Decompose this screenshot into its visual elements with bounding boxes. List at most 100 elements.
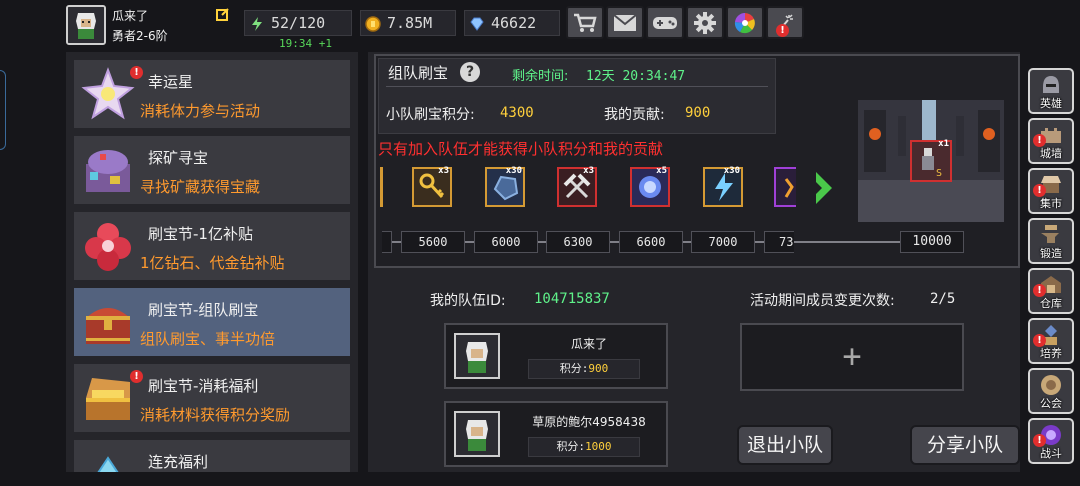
event-subtitle: 组队刷宝、事半功倍 bbox=[140, 330, 276, 348]
member-score-label: 积分: bbox=[556, 440, 586, 453]
help-icon[interactable]: ? bbox=[460, 62, 480, 82]
remaining-time-label: 剩余时间: bbox=[512, 69, 569, 84]
event-item-subsidy[interactable]: 刷宝节-1亿补贴 1亿钻石、代金钻补贴 bbox=[74, 212, 350, 280]
energy-lightning-icon bbox=[249, 15, 265, 31]
nav-label: 锻造 bbox=[1040, 247, 1062, 260]
mail-button[interactable] bbox=[606, 6, 644, 39]
milestone-marker: 73 bbox=[764, 231, 794, 253]
nav-label: 培养 bbox=[1040, 347, 1062, 360]
mail-icon bbox=[613, 13, 637, 31]
leave-team-button[interactable]: 退出小队 bbox=[737, 425, 833, 465]
nav-hero[interactable]: 英雄 bbox=[1028, 68, 1074, 114]
member-changes-label: 活动期间成员变更次数: bbox=[750, 293, 895, 309]
event-item-consume-welfare[interactable]: ! 刷宝节-消耗福利 消耗材料获得积分奖励 bbox=[74, 364, 350, 432]
remaining-time-value: 12天 20:34:47 bbox=[586, 69, 686, 84]
shop-button[interactable] bbox=[566, 6, 604, 39]
reward-slot-ore[interactable]: x30 bbox=[485, 166, 525, 207]
nav-label: 城墙 bbox=[1040, 147, 1062, 160]
milestone-marker: 6300 bbox=[546, 231, 610, 253]
nav-label: 战斗 bbox=[1040, 447, 1062, 460]
mine-chest-icon bbox=[80, 142, 136, 198]
reward-count: x5 bbox=[656, 166, 667, 176]
nav-label: 英雄 bbox=[1040, 97, 1062, 110]
side-drawer-handle[interactable] bbox=[0, 70, 6, 150]
event-list-panel: ! 幸运星 消耗体力参与活动 探矿寻宝 寻找矿藏获得宝藏 刷宝节-1亿补贴 1亿… bbox=[66, 52, 358, 472]
my-contribution-value: 900 bbox=[685, 105, 711, 121]
event-subtitle: 消耗材料获得积分奖励 bbox=[140, 406, 291, 424]
member-score: 积分:900 bbox=[528, 359, 640, 379]
gold-value: 7.85M bbox=[387, 14, 433, 32]
treasure-chest-icon bbox=[80, 294, 136, 350]
reward-slot-key[interactable]: x3 bbox=[412, 166, 452, 207]
nav-forge[interactable]: 锻造 bbox=[1028, 218, 1074, 264]
hero-helmet-icon bbox=[1043, 76, 1059, 93]
nav-battle[interactable]: ! 战斗 bbox=[1028, 418, 1074, 464]
team-member-card[interactable]: 瓜来了 积分:900 bbox=[444, 323, 668, 389]
settings-button[interactable] bbox=[686, 6, 724, 39]
gamepad-button[interactable] bbox=[646, 6, 684, 39]
member-avatar bbox=[454, 333, 500, 379]
nav-guild[interactable]: 公会 bbox=[1028, 368, 1074, 414]
grand-reward-slot[interactable]: S x1 bbox=[910, 139, 952, 182]
event-subtitle: 寻找矿藏获得宝藏 bbox=[140, 178, 261, 196]
player-title: 勇者2-6阶 bbox=[112, 29, 168, 43]
share-team-button[interactable]: 分享小队 bbox=[910, 425, 1020, 465]
nav-training[interactable]: ! 培养 bbox=[1028, 318, 1074, 364]
event-item-recharge[interactable]: 连充福利 bbox=[74, 440, 350, 472]
event-title: 刷宝节-组队刷宝 bbox=[148, 301, 259, 319]
fireworks-button[interactable]: ! bbox=[766, 6, 804, 39]
member-name: 瓜来了 bbox=[570, 337, 607, 351]
member-score-label: 积分: bbox=[559, 362, 589, 375]
event-title: 刷宝节-1亿补贴 bbox=[148, 225, 253, 243]
nav-market[interactable]: ! 集市 bbox=[1028, 168, 1074, 214]
member-name: 草原的鲍尔4958438 bbox=[532, 415, 646, 429]
settings-gear-icon bbox=[694, 11, 716, 34]
lucky-star-alert-badge: ! bbox=[130, 66, 143, 79]
gold-coin-icon bbox=[365, 15, 381, 32]
event-subtitle: 1亿钻石、代金钻补贴 bbox=[140, 254, 285, 272]
nav-label: 仓库 bbox=[1040, 297, 1062, 310]
event-item-mining[interactable]: 探矿寻宝 寻找矿藏获得宝藏 bbox=[74, 136, 350, 204]
nav-wall[interactable]: ! 城墙 bbox=[1028, 118, 1074, 164]
member-score: 积分:1000 bbox=[528, 437, 640, 457]
member-score-value: 1000 bbox=[585, 440, 612, 453]
nav-warehouse[interactable]: ! 仓库 bbox=[1028, 268, 1074, 314]
scroll-right-arrow-icon[interactable] bbox=[812, 170, 836, 210]
milestone-marker: 6600 bbox=[619, 231, 683, 253]
milestone-marker: 5600 bbox=[401, 231, 465, 253]
event-subtitle: 消耗体力参与活动 bbox=[140, 102, 261, 120]
player-name: 瓜来了 bbox=[112, 9, 149, 23]
reward-slot-lightning[interactable]: x30 bbox=[703, 166, 743, 207]
edit-name-icon[interactable] bbox=[216, 7, 230, 21]
milestone-final: 10000 bbox=[900, 231, 964, 253]
event-item-team-treasure[interactable]: 刷宝节-组队刷宝 组队刷宝、事半功倍 bbox=[74, 288, 350, 356]
color-wheel-icon bbox=[734, 12, 755, 33]
diamond-icon bbox=[469, 15, 485, 31]
color-wheel-button[interactable] bbox=[726, 6, 764, 39]
gold-display: 7.85M bbox=[360, 10, 456, 36]
member-score-value: 900 bbox=[588, 362, 609, 375]
member-avatar bbox=[454, 411, 500, 457]
fireworks-alert-badge: ! bbox=[776, 24, 789, 37]
shop-cart-icon bbox=[574, 13, 597, 32]
reward-slot-pickaxes[interactable]: x3 bbox=[557, 166, 597, 207]
energy-display: 52/120 bbox=[244, 10, 352, 36]
event-title: 连充福利 bbox=[148, 453, 209, 471]
reward-count: x3 bbox=[583, 166, 594, 176]
reward-slot-partial[interactable] bbox=[774, 167, 796, 207]
milestone-edge bbox=[382, 231, 392, 253]
team-score-label: 小队刷宝积分: bbox=[386, 107, 475, 123]
reward-count: x3 bbox=[438, 166, 449, 176]
consume-welfare-alert-badge: ! bbox=[130, 370, 143, 383]
event-title: 探矿寻宝 bbox=[148, 149, 209, 167]
energy-regen-timer: 19:34 +1 bbox=[279, 37, 332, 50]
join-team-warning: 只有加入队伍才能获得小队积分和我的贡献 bbox=[378, 140, 664, 158]
reward-slot-gem[interactable]: x5 bbox=[630, 166, 670, 207]
add-member-slot[interactable]: + bbox=[740, 323, 964, 391]
red-flower-icon bbox=[80, 218, 136, 274]
purple-item-icon bbox=[784, 178, 794, 198]
reward-count: x30 bbox=[505, 166, 522, 176]
event-item-lucky-star[interactable]: ! 幸运星 消耗体力参与活动 bbox=[74, 60, 350, 128]
team-member-card[interactable]: 草原的鲍尔4958438 积分:1000 bbox=[444, 401, 668, 467]
player-avatar[interactable] bbox=[66, 5, 106, 45]
